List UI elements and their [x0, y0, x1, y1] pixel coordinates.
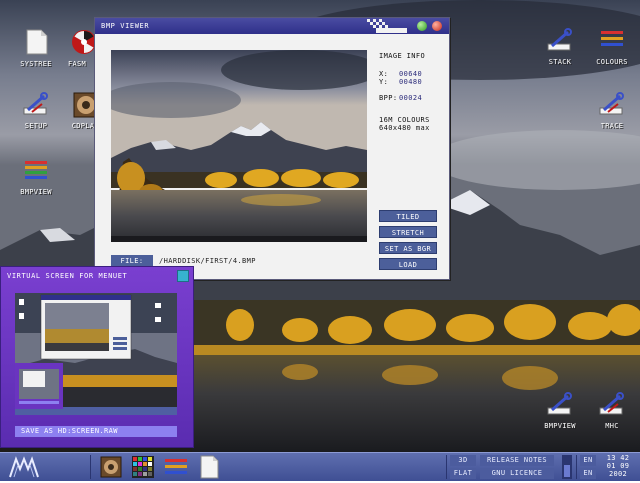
landscape-image [111, 50, 367, 242]
image-info-heading: IMAGE INFO [379, 52, 426, 60]
wrench-icon [547, 28, 572, 51]
x-label: X: [379, 70, 389, 78]
screen-thumbnail [15, 293, 177, 415]
menu-logo-button[interactable] [8, 455, 42, 479]
file-path-field[interactable]: /HARDDISK/FIRST/4.BMP [159, 257, 256, 265]
colour-bars-icon [601, 31, 623, 46]
stretch-button[interactable]: STRETCH [379, 226, 437, 238]
virtual-screen-preview [15, 293, 177, 415]
bmp-viewer-titlebar[interactable]: BMP VIEWER [95, 18, 449, 34]
document-icon [200, 455, 219, 479]
x-value: 00640 [399, 70, 423, 78]
bpp-label: BPP: [379, 94, 398, 102]
taskbar-separator [576, 455, 577, 479]
load-button[interactable]: LOAD [379, 258, 437, 270]
menuet-logo-icon [9, 456, 39, 478]
taskbar-separator [446, 455, 447, 479]
desktop-icon-mhc[interactable]: MHC [582, 392, 640, 430]
desktop-icon-bmpview[interactable]: BMPVIEW [6, 158, 66, 196]
taskbar-app-colours-grid[interactable] [132, 456, 154, 478]
virtual-screen-title: VIRTUAL SCREEN FOR MENUET [7, 272, 128, 280]
wrench-icon [599, 92, 624, 115]
wrench-icon [599, 392, 624, 415]
release-notes-button[interactable]: RELEASE NOTES [480, 455, 554, 466]
desktop-icon-colours[interactable]: COLOURS [582, 28, 640, 66]
mode-3d-button[interactable]: 3D [450, 455, 476, 466]
tiled-button[interactable]: TILED [379, 210, 437, 222]
bpp-value: 00024 [399, 94, 423, 102]
bmp-image-preview [111, 50, 367, 242]
taskbar-app-cdplay[interactable] [100, 456, 122, 478]
max-size-text: 640x480 max [379, 124, 430, 132]
y-label: Y: [379, 78, 389, 86]
gnu-licence-button[interactable]: GNU LICENCE [480, 468, 554, 479]
clock-date: 01 09 [606, 462, 630, 470]
taskbar: 3D FLAT RELEASE NOTES GNU LICENCE EN EN [0, 452, 640, 481]
window-title: BMP VIEWER [101, 22, 150, 30]
desktop-icon-trace[interactable]: TRACE [582, 92, 640, 130]
titlebar-grip-icon [367, 19, 407, 33]
clock-year: 2002 [608, 470, 628, 478]
wrench-icon [23, 92, 48, 115]
speaker-icon [100, 456, 122, 478]
desktop-icon-stack[interactable]: STACK [530, 28, 590, 66]
bmp-viewer-window: BMP VIEWER IMAGE INFO X: 00640 Y: 00480 … [94, 17, 450, 280]
close-button[interactable] [432, 21, 442, 31]
mode-flat-button[interactable]: FLAT [450, 468, 476, 479]
volume-level-bar [564, 465, 570, 477]
document-icon [26, 29, 48, 55]
wrench-icon [547, 392, 572, 415]
volume-indicator[interactable] [562, 455, 572, 479]
save-screen-button[interactable]: SAVE AS HD:SCREEN.RAW [15, 426, 177, 437]
language-toggle-2[interactable]: EN [580, 468, 596, 479]
palette-grid-icon [132, 456, 154, 478]
y-value: 00480 [399, 78, 423, 86]
clock-time: 13 42 [606, 454, 630, 462]
set-as-bgr-button[interactable]: SET AS BGR [379, 242, 437, 254]
minimize-button[interactable] [417, 21, 427, 31]
language-toggle-1[interactable]: EN [580, 455, 596, 466]
clock: 13 42 01 09 2002 [598, 454, 638, 478]
colours-text: 16M COLOURS [379, 116, 430, 124]
palette-icon [25, 161, 47, 179]
taskbar-app-colour-bars[interactable] [164, 456, 188, 478]
desktop-icon-bmpview-2[interactable]: BMPVIEW [530, 392, 590, 430]
taskbar-separator [90, 455, 91, 479]
virtual-screen-window: VIRTUAL SCREEN FOR MENUET SAVE AS HD:SCR… [0, 266, 194, 448]
colour-bars-icon [165, 459, 187, 474]
virtual-screen-close-button[interactable] [177, 270, 189, 282]
taskbar-app-document[interactable] [198, 455, 220, 479]
